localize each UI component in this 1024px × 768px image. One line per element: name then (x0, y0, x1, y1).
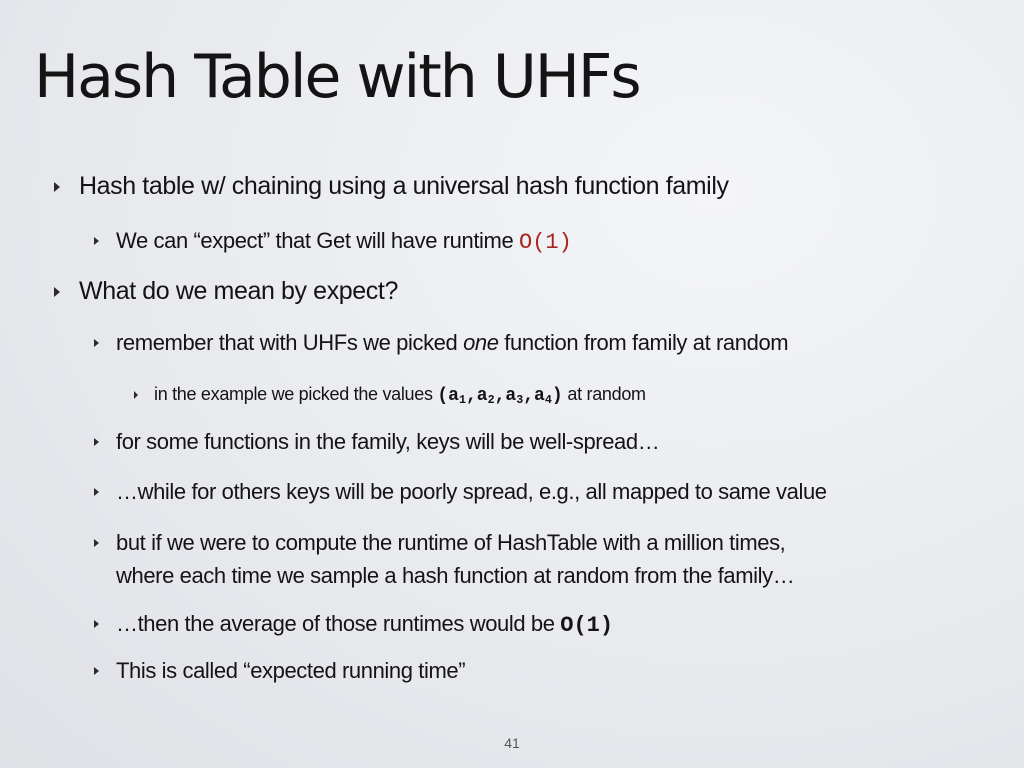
bullet-text: function from family at random (498, 330, 789, 355)
bullet-triangle-icon (94, 438, 99, 446)
slide-title: Hash Table with UHFs (34, 42, 642, 112)
bullet-text: remember that with UHFs we picked (116, 330, 464, 355)
values-tuple-code: (a1,a2,a3,a4) (437, 386, 563, 407)
emphasis-text: one (463, 330, 499, 355)
bullet-picked-one-function: remember that with UHFs we picked one fu… (94, 330, 789, 356)
bullet-triangle-icon (134, 391, 138, 399)
bullet-text: This is called “expected running time” (116, 658, 466, 683)
page-number: 41 (504, 735, 520, 751)
bullet-million-times: but if we were to compute the runtime of… (94, 526, 795, 592)
bullet-text: What do we mean by expect? (79, 277, 398, 305)
bullet-expected-running-time: This is called “expected running time” (94, 658, 466, 684)
bullet-poorly-spread: …while for others keys will be poorly sp… (94, 479, 827, 505)
bullet-text: …while for others keys will be poorly sp… (116, 479, 827, 504)
bullet-text-line2: where each time we sample a hash functio… (116, 563, 795, 588)
bullet-triangle-icon (94, 339, 99, 347)
bullet-average-runtime: …then the average of those runtimes woul… (94, 611, 614, 638)
bullet-text-line1: but if we were to compute the runtime of… (116, 530, 786, 555)
bullet-expect-get-runtime: We can “expect” that Get will have runti… (94, 228, 572, 255)
bullet-picked-values: in the example we picked the values (a1,… (134, 384, 646, 407)
bullet-text: in the example we picked the values (154, 384, 438, 404)
bullet-triangle-icon (94, 620, 99, 628)
big-o-code: O(1) (519, 230, 572, 255)
bullet-triangle-icon (94, 488, 99, 496)
big-o-code: O(1) (560, 613, 614, 638)
bullet-text: Hash table w/ chaining using a universal… (79, 172, 729, 200)
bullet-triangle-icon (94, 237, 99, 245)
bullet-well-spread: for some functions in the family, keys w… (94, 429, 660, 455)
bullet-text: for some functions in the family, keys w… (116, 429, 660, 454)
bullet-triangle-icon (94, 539, 99, 547)
bullet-triangle-icon (54, 182, 60, 192)
bullet-hash-table-chaining: Hash table w/ chaining using a universal… (54, 172, 729, 201)
bullet-triangle-icon (54, 287, 60, 297)
bullet-triangle-icon (94, 667, 99, 675)
bullet-text: We can “expect” that Get will have runti… (116, 228, 520, 253)
bullet-text: at random (562, 384, 646, 404)
bullet-text: …then the average of those runtimes woul… (116, 611, 561, 636)
bullet-what-do-we-mean: What do we mean by expect? (54, 277, 398, 306)
